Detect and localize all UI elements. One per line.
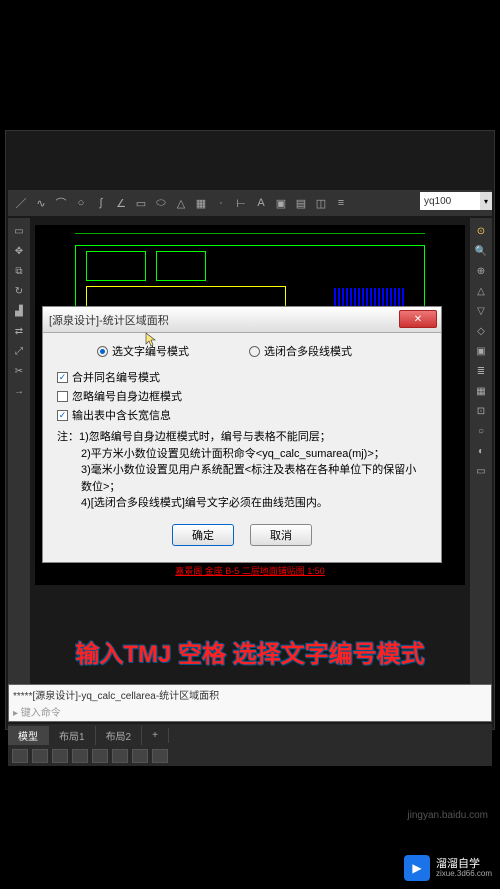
checkbox-label: 忽略编号自身边框模式 (72, 388, 182, 404)
view3-tool-icon[interactable]: ◇ (472, 322, 490, 340)
measure-tool-icon[interactable]: ≡ (332, 194, 350, 212)
layers-tool-icon[interactable]: ≣ (472, 362, 490, 380)
notes-block: 注：1)忽略编号自身边框模式时，编号与表格不能同层； 2)平方米小数位设置见统计… (57, 429, 427, 512)
dialog-body: 选文字编号模式 选闭合多段线模式 ✓ 合并同名编号模式 忽略编号自身边框模式 ✓… (43, 333, 441, 562)
offset-tool-icon[interactable]: ⇄ (10, 322, 28, 340)
tab-model[interactable]: 模型 (8, 726, 49, 745)
mode-radio-group: 选文字编号模式 选闭合多段线模式 (57, 343, 427, 359)
baidu-watermark: jingyan.baidu.com (407, 810, 488, 821)
rect-tool-icon[interactable]: ▭ (132, 194, 150, 212)
notes-label: 注： (57, 431, 79, 443)
watermark-text: 溜溜自学 zixue.3d66.com (436, 858, 492, 879)
dimension-line (75, 233, 425, 234)
command-line[interactable]: *****[源泉设计]-yq_calc_cellarea-统计区域面积 ▸ 键入… (8, 684, 492, 722)
checkbox-output-dimensions[interactable]: ✓ 输出表中含长宽信息 (57, 407, 427, 423)
trim-tool-icon[interactable]: ✂ (10, 362, 28, 380)
dim-tool-icon[interactable]: ⊢ (232, 194, 250, 212)
brand-name: 溜溜自学 (436, 858, 492, 870)
room-line (156, 251, 206, 281)
mirror-tool-icon[interactable]: ▟ (10, 302, 28, 320)
ok-button[interactable]: 确定 (172, 524, 234, 546)
radio-icon (97, 346, 108, 357)
layer-tool-icon[interactable]: ◫ (312, 194, 330, 212)
note-line: 2)平方米小数位设置见统计面积命令<yq_calc_sumarea(mj)>； (81, 446, 427, 463)
hatch-tool-icon[interactable]: ▦ (192, 194, 210, 212)
radio-polyline-mode[interactable]: 选闭合多段线模式 (249, 343, 352, 359)
orbit-tool-icon[interactable]: ⊕ (472, 262, 490, 280)
angle-tool-icon[interactable]: ∠ (112, 194, 130, 212)
props-tool-icon[interactable]: ▣ (472, 342, 490, 360)
status-icon[interactable] (52, 749, 68, 763)
radio-icon (249, 346, 260, 357)
command-output: *****[源泉设计]-yq_calc_cellarea-统计区域面积 (13, 687, 487, 702)
spline-tool-icon[interactable]: ∫ (92, 194, 110, 212)
dialog-buttons: 确定 取消 (57, 524, 427, 546)
instruction-overlay: 输入TMJ 空格 选择文字编号模式 (10, 634, 490, 669)
command-prompt: ▸ 键入命令 (13, 704, 487, 719)
view1-tool-icon[interactable]: △ (472, 282, 490, 300)
status-icon[interactable] (112, 749, 128, 763)
checkbox-label: 合并同名编号模式 (72, 369, 160, 385)
snap-tool-icon[interactable]: ⊡ (472, 402, 490, 420)
rotate-tool-icon[interactable]: ↻ (10, 282, 28, 300)
brand-url: zixue.3d66.com (436, 870, 492, 879)
room-line (86, 251, 146, 281)
grid-tool-icon[interactable]: ▦ (472, 382, 490, 400)
tab-add[interactable]: + (142, 728, 169, 743)
tab-layout2[interactable]: 布局2 (96, 726, 143, 745)
circle-tool-icon[interactable]: ○ (72, 194, 90, 212)
note-line: 3)毫米小数位设置见用户系统配置<标注及表格在各种单位下的保留小数位>； (81, 462, 427, 495)
note-line: 1)忽略编号自身边框模式时，编号与表格不能同层； (79, 431, 331, 443)
dialog-title: [源泉设计]-统计区域面积 (49, 312, 169, 328)
status-icon[interactable] (12, 749, 28, 763)
more2-tool-icon[interactable]: ◐ (472, 442, 490, 460)
status-icon[interactable] (132, 749, 148, 763)
block-tool-icon[interactable]: ▣ (272, 194, 290, 212)
dialog-titlebar[interactable]: [源泉设计]-统计区域面积 ✕ (43, 307, 441, 333)
note-line: 4)[选闭合多段线模式]编号文字必须在曲线范围内。 (81, 495, 427, 512)
scale-tool-icon[interactable]: ⤢ (10, 342, 28, 360)
line-tool-icon[interactable]: ／ (12, 194, 30, 212)
tri-tool-icon[interactable]: △ (172, 194, 190, 212)
brand-watermark: ▶ 溜溜自学 zixue.3d66.com (404, 855, 492, 881)
checkbox-icon (57, 391, 68, 402)
checkbox-icon: ✓ (57, 410, 68, 421)
status-icon[interactable] (152, 749, 168, 763)
checkbox-icon: ✓ (57, 372, 68, 383)
layout-tabs: 模型 布局1 布局2 + (8, 724, 492, 746)
close-button[interactable]: ✕ (399, 310, 437, 328)
zoom-tool-icon[interactable]: 🔍 (472, 242, 490, 260)
status-icon[interactable] (32, 749, 48, 763)
drawing-title: 嘉景阁 金座 B-5 二层地面铺贴图 1:50 (175, 564, 325, 577)
checkbox-label: 输出表中含长宽信息 (72, 407, 171, 423)
cursor-pointer-icon (145, 332, 159, 348)
copy-tool-icon[interactable]: ⧉ (10, 262, 28, 280)
search-input[interactable]: yq100 (420, 192, 480, 210)
extend-tool-icon[interactable]: → (10, 382, 28, 400)
view2-tool-icon[interactable]: ▽ (472, 302, 490, 320)
checkbox-merge-same-name[interactable]: ✓ 合并同名编号模式 (57, 369, 427, 385)
area-stats-dialog: [源泉设计]-统计区域面积 ✕ 选文字编号模式 选闭合多段线模式 ✓ 合并同名编… (42, 306, 442, 563)
ellipse-tool-icon[interactable]: ⬭ (152, 194, 170, 212)
status-bar (8, 746, 492, 766)
cancel-button[interactable]: 取消 (250, 524, 312, 546)
status-icon[interactable] (92, 749, 108, 763)
radio-text-number-mode[interactable]: 选文字编号模式 (97, 343, 189, 359)
text-tool-icon[interactable]: A (252, 194, 270, 212)
more3-tool-icon[interactable]: ▭ (472, 462, 490, 480)
play-icon: ▶ (404, 855, 430, 881)
radio-label: 选闭合多段线模式 (264, 343, 352, 359)
polyline-tool-icon[interactable]: ∿ (32, 194, 50, 212)
point-tool-icon[interactable]: · (212, 194, 230, 212)
move-tool-icon[interactable]: ✥ (10, 242, 28, 260)
select-tool-icon[interactable]: ▭ (10, 222, 28, 240)
pan-tool-icon[interactable]: ⊙ (472, 222, 490, 240)
status-icon[interactable] (72, 749, 88, 763)
search-dropdown-icon[interactable]: ▾ (480, 192, 492, 210)
tab-layout1[interactable]: 布局1 (49, 726, 96, 745)
table-tool-icon[interactable]: ▤ (292, 194, 310, 212)
more1-tool-icon[interactable]: ○ (472, 422, 490, 440)
arc-tool-icon[interactable]: ⌒ (52, 194, 70, 212)
checkbox-ignore-border[interactable]: 忽略编号自身边框模式 (57, 388, 427, 404)
